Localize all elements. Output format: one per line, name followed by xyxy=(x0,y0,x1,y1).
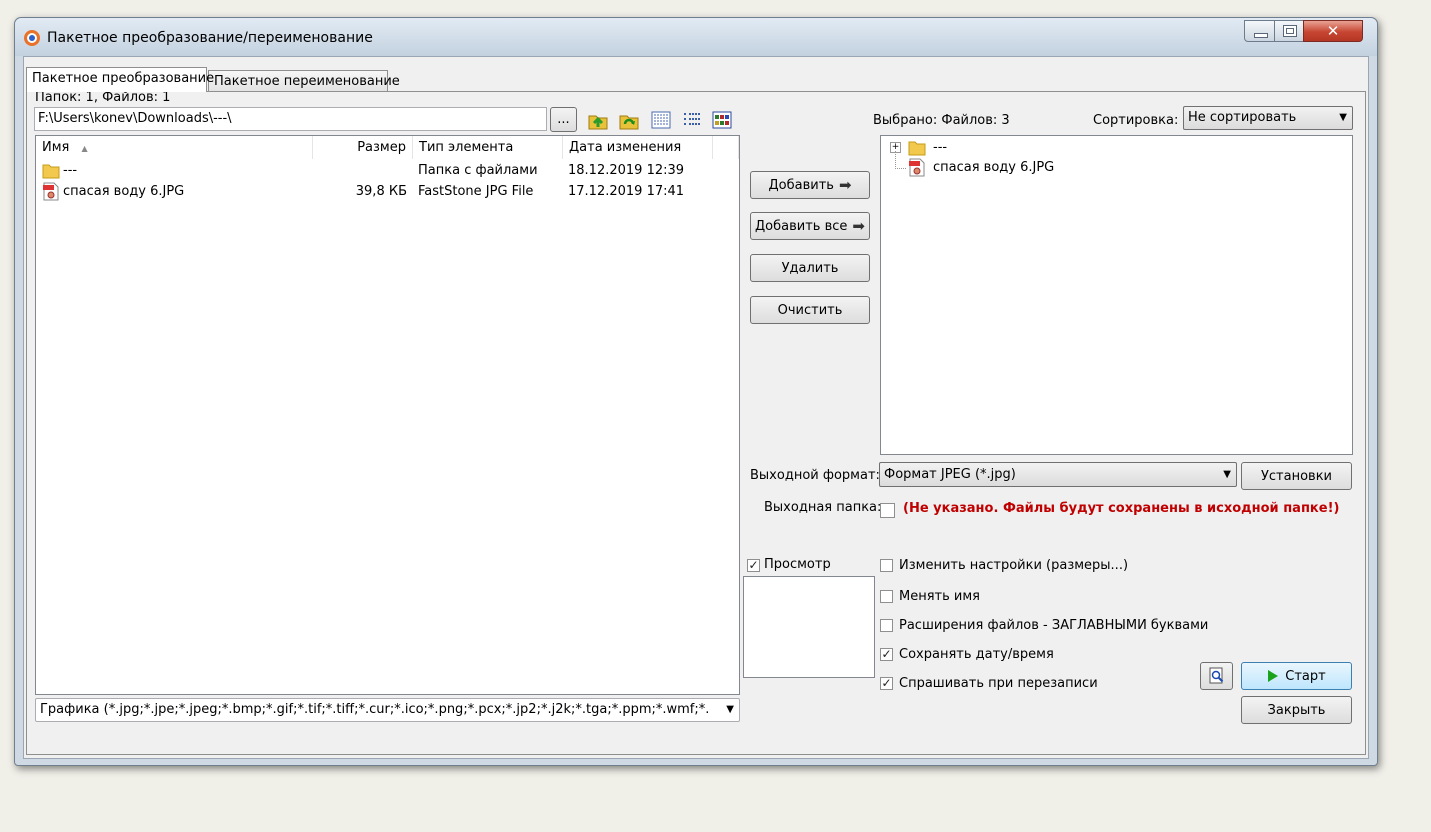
row-type: FastStone JPG File xyxy=(418,184,534,199)
column-header-date[interactable]: Дата изменения xyxy=(563,136,713,159)
column-header-size[interactable]: Размер xyxy=(313,136,413,159)
uppercase-ext-label: Расширения файлов - ЗАГЛАВНЫМИ буквами xyxy=(899,618,1209,633)
folder-up-icon[interactable] xyxy=(587,109,609,131)
app-window: Пакетное преобразование/переименование ✕… xyxy=(14,17,1378,766)
row-type: Папка с файлами xyxy=(418,163,538,178)
details-view-icon[interactable] xyxy=(681,109,703,131)
remove-button[interactable]: Удалить xyxy=(750,254,870,282)
change-settings-checkbox[interactable] xyxy=(880,559,893,572)
sort-select[interactable]: Не сортировать ▼ xyxy=(1183,106,1353,130)
change-settings-label: Изменить настройки (размеры...) xyxy=(899,558,1129,573)
arrow-right-icon: ➡ xyxy=(838,176,852,194)
column-header-name[interactable]: Имя ▲ xyxy=(36,136,313,159)
magnifier-icon xyxy=(1209,667,1223,684)
play-icon xyxy=(1268,670,1279,682)
ask-overwrite-checkbox[interactable]: ✓ xyxy=(880,677,893,690)
table-row[interactable]: спасая воду 6.JPG 39,8 КБ FastStone JPG … xyxy=(36,181,739,202)
arrow-right-icon: ➡ xyxy=(852,217,865,235)
window-title: Пакетное преобразование/переименование xyxy=(47,30,373,46)
row-date: 17.12.2019 17:41 xyxy=(568,184,685,199)
clear-button[interactable]: Очистить xyxy=(750,296,870,324)
chevron-down-icon: ▼ xyxy=(1339,112,1347,123)
row-date: 18.12.2019 12:39 xyxy=(568,163,685,178)
tree-item-label: спасая воду 6.JPG xyxy=(933,160,1055,175)
path-input[interactable]: F:\Users\konev\Downloads\---\ xyxy=(34,107,547,131)
title-bar[interactable]: Пакетное преобразование/переименование ✕ xyxy=(15,18,1377,56)
format-settings-button[interactable]: Установки xyxy=(1241,462,1352,490)
output-folder-warning: (Не указано. Файлы будут сохранены в исх… xyxy=(903,501,1340,516)
tab-panel: Папок: 1, Файлов: 1 F:\Users\konev\Downl… xyxy=(26,90,1366,755)
maximize-button[interactable] xyxy=(1274,20,1304,42)
add-button[interactable]: Добавить ➡ xyxy=(750,171,870,199)
output-format-select[interactable]: Формат JPEG (*.jpg) ▼ xyxy=(879,462,1237,487)
minimize-button[interactable] xyxy=(1244,20,1275,42)
list-view-icon[interactable] xyxy=(650,109,672,131)
output-format-value: Формат JPEG (*.jpg) xyxy=(884,467,1016,482)
tree-item-label: --- xyxy=(933,140,948,155)
file-list[interactable]: Имя ▲ Размер Тип элемента Дата изменения… xyxy=(35,135,740,695)
close-window-button[interactable]: ✕ xyxy=(1303,20,1363,42)
output-format-label: Выходной формат: xyxy=(750,468,880,483)
row-name: --- xyxy=(63,163,78,178)
preview-checkbox[interactable]: ✓ xyxy=(747,559,760,572)
dialog-client: Пакетное преобразование Пакетное переиме… xyxy=(23,56,1369,759)
maximize-icon xyxy=(1283,25,1297,37)
start-button-label: Старт xyxy=(1285,668,1326,684)
tree-item[interactable]: + --- xyxy=(881,137,1351,158)
minimize-icon xyxy=(1254,33,1268,38)
folder-icon xyxy=(42,164,60,179)
add-all-button[interactable]: Добавить все ➡ xyxy=(750,212,870,240)
folder-icon xyxy=(908,141,926,156)
faststone-app-icon xyxy=(24,30,40,46)
tree-item[interactable]: спасая воду 6.JPG xyxy=(881,157,1351,178)
column-header-filler xyxy=(713,136,739,159)
chevron-down-icon: ▼ xyxy=(1223,469,1231,480)
sort-label: Сортировка: xyxy=(1093,113,1179,128)
tab-batch-convert[interactable]: Пакетное преобразование xyxy=(26,67,214,92)
selected-count: Выбрано: Файлов: 3 xyxy=(873,113,1010,128)
preview-pane xyxy=(743,576,875,678)
close-icon: ✕ xyxy=(1326,22,1340,40)
add-all-button-label: Добавить все xyxy=(755,218,848,234)
row-size: 39,8 КБ xyxy=(355,184,407,199)
sort-value: Не сортировать xyxy=(1188,110,1297,125)
close-button[interactable]: Закрыть xyxy=(1241,696,1352,724)
table-row[interactable]: --- Папка с файлами 18.12.2019 12:39 xyxy=(36,160,739,181)
selected-files-tree[interactable]: + --- спасая воду 6.JPG xyxy=(880,135,1353,455)
folder-file-count: Папок: 1, Файлов: 1 xyxy=(35,90,171,105)
column-header-type[interactable]: Тип элемента xyxy=(413,136,563,159)
start-button[interactable]: Старт xyxy=(1241,662,1352,690)
browse-button[interactable]: ... xyxy=(550,107,577,132)
sort-ascending-icon: ▲ xyxy=(81,144,88,153)
thumbnail-view-icon[interactable] xyxy=(711,109,733,131)
file-filter-value: Графика (*.jpg;*.jpe;*.jpeg;*.bmp;*.gif;… xyxy=(40,702,710,717)
chevron-down-icon: ▼ xyxy=(723,699,734,721)
jpg-file-icon xyxy=(43,182,59,201)
refresh-folder-icon[interactable] xyxy=(618,109,640,131)
ask-overwrite-label: Спрашивать при перезаписи xyxy=(899,676,1098,691)
keep-date-label: Сохранять дату/время xyxy=(899,647,1054,662)
rename-checkbox[interactable] xyxy=(880,590,893,603)
uppercase-ext-checkbox[interactable] xyxy=(880,619,893,632)
jpg-file-icon xyxy=(909,158,925,177)
keep-date-checkbox[interactable]: ✓ xyxy=(880,648,893,661)
preview-label: Просмотр xyxy=(764,557,831,572)
output-folder-checkbox[interactable] xyxy=(880,503,895,518)
file-filter-select[interactable]: Графика (*.jpg;*.jpe;*.jpeg;*.bmp;*.gif;… xyxy=(35,698,740,722)
output-folder-label: Выходная папка: xyxy=(764,500,882,515)
tab-batch-rename[interactable]: Пакетное переименование xyxy=(208,70,400,92)
preview-zoom-button[interactable] xyxy=(1200,662,1233,690)
row-name: спасая воду 6.JPG xyxy=(63,184,185,199)
rename-label: Менять имя xyxy=(899,589,980,604)
column-name-label: Имя xyxy=(42,140,70,155)
add-button-label: Добавить xyxy=(768,177,834,193)
